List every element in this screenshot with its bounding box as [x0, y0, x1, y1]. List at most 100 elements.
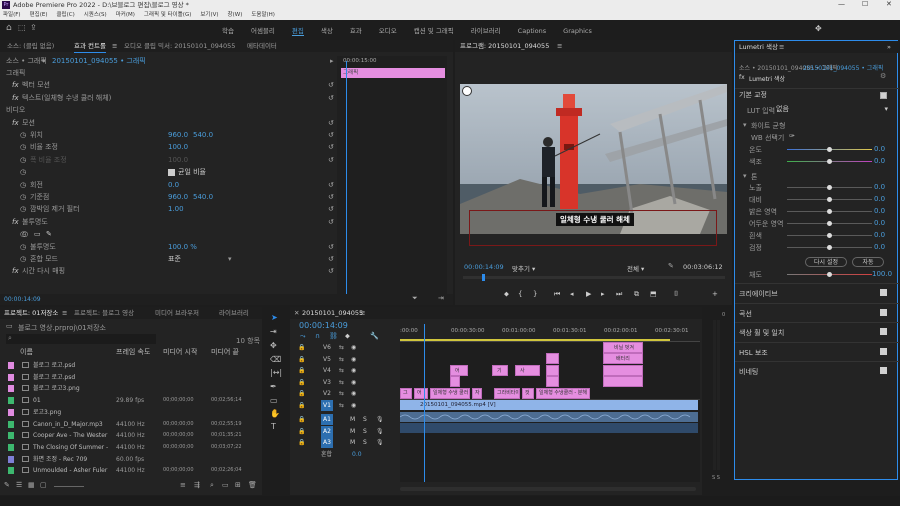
v4-clip[interactable]: 사 — [515, 365, 540, 376]
reset-icon[interactable]: ↺ — [328, 204, 334, 215]
effect-row[interactable]: ◷ ○ ▭ ✎ — [0, 229, 337, 240]
v4-clip[interactable]: 어 — [450, 365, 468, 376]
go-to-in-icon[interactable]: ⏮ — [554, 290, 560, 299]
mark-out-icon[interactable]: } — [533, 290, 537, 298]
v3-clip[interactable] — [450, 376, 460, 387]
video-track-header[interactable]: 🔒 V4 ⇆ ◉ — [290, 365, 400, 376]
tab-project-storage[interactable]: 프로젝트: 01저장소 — [4, 307, 58, 319]
project-item[interactable]: The Closing Of Summer - 44100 Hz 00;00;00;… — [0, 442, 262, 453]
export-icon[interactable]: ⇪ — [30, 23, 37, 32]
tone-value[interactable]: 0.0 — [874, 207, 885, 215]
stopwatch-icon[interactable]: ◷ — [20, 155, 26, 166]
v4-clip[interactable] — [546, 365, 559, 376]
automate-icon[interactable]: ⇶ — [194, 481, 200, 489]
export-frame-icon[interactable]: ⇥ — [438, 294, 444, 302]
sync-icon[interactable]: ⇆ — [339, 377, 344, 388]
stopwatch-icon[interactable]: ◷ — [20, 254, 26, 265]
mic-icon[interactable]: 🎙 — [376, 426, 384, 437]
add-marker-icon[interactable]: ⬥ — [345, 332, 350, 341]
project-item[interactable]: 로고3.png — [0, 407, 262, 418]
v2-clip[interactable]: 컷 — [522, 388, 534, 399]
col-frame-rate[interactable]: 프레임 속도 — [116, 347, 150, 357]
track-select-tool-icon[interactable]: ⇥ — [270, 327, 277, 336]
project-item[interactable]: Cooper Ave - The Wester 44100 Hz 00;00;00;… — [0, 430, 262, 441]
project-item[interactable]: 블로그 로고.psd — [0, 372, 262, 383]
reset-icon[interactable]: ↺ — [328, 80, 334, 91]
track-target[interactable]: V1 — [321, 399, 333, 411]
work-area-bar[interactable] — [400, 339, 670, 341]
scrubber-playhead[interactable] — [482, 274, 485, 281]
project-item[interactable]: Canon_in_D_Major.mp3 44100 Hz 00;00;00;00 0… — [0, 419, 262, 430]
effect-value[interactable]: 1.00 — [168, 204, 184, 215]
tab-source[interactable]: 소스: (클립 없음) — [7, 40, 54, 52]
program-timecode[interactable]: 00:00:14:09 — [464, 263, 504, 271]
go-to-out-icon[interactable]: ⏭ — [616, 290, 622, 299]
slider-knob[interactable] — [827, 185, 832, 190]
expand-icon[interactable]: » — [887, 41, 891, 53]
workspace-tab[interactable]: 효과 — [350, 27, 362, 35]
lock-icon[interactable]: 🔒 — [298, 400, 305, 411]
sync-icon[interactable]: ⇆ — [339, 354, 344, 365]
workspace-tab[interactable]: 어셈블리 — [251, 27, 275, 35]
video-track-header[interactable]: 🔒 V3 ⇆ ◉ — [290, 377, 400, 388]
slip-tool-icon[interactable]: |↔| — [270, 368, 282, 377]
slider-knob[interactable] — [827, 245, 832, 250]
workspaces-menu-icon[interactable]: ✥ — [815, 24, 822, 33]
fit-select[interactable]: 맞추기 ▾ — [512, 263, 535, 273]
section-checkbox[interactable] — [880, 308, 887, 316]
workspace-tab[interactable]: 색상 — [321, 27, 333, 35]
minimize-button[interactable]: — — [838, 0, 845, 8]
track-target[interactable]: V3 — [321, 377, 333, 388]
razor-tool-icon[interactable]: ⌫ — [270, 355, 281, 364]
temp-slider[interactable] — [787, 147, 872, 152]
type-tool-icon[interactable]: T — [271, 422, 276, 431]
col-media-start[interactable]: 미디어 시작 — [163, 347, 197, 357]
new-bin-icon[interactable]: ▭ — [222, 481, 229, 489]
video-track-header[interactable]: 🔒 V2 ⇆ ◉ — [290, 388, 400, 399]
lumetri-clip[interactable]: 20150101_094055 • 그래픽 — [803, 63, 895, 72]
step-back-icon[interactable]: ◂ — [570, 290, 574, 298]
tab-audio-mixer[interactable]: 오디오 클립 믹서: 20150101_094055 — [124, 40, 235, 52]
effect-row[interactable]: fx 텍스트(일체형 수냉 쿨러 해체) ↺ — [0, 93, 337, 104]
menu-item[interactable]: 창(W) — [228, 12, 243, 18]
stopwatch-icon[interactable]: ◷ — [20, 180, 26, 191]
slider-knob[interactable] — [827, 197, 832, 202]
chevron-down-icon[interactable]: ▾ — [743, 172, 747, 180]
reset-icon[interactable]: ↺ — [328, 118, 334, 129]
filter-icon[interactable]: ⏷ — [412, 294, 418, 303]
sync-icon[interactable]: ⇆ — [339, 365, 344, 376]
ellipse-mask-icon[interactable]: ○ — [22, 229, 28, 240]
tone-slider[interactable] — [787, 209, 872, 214]
reset-icon[interactable]: ↺ — [328, 254, 334, 265]
menu-item[interactable]: 마커(M) — [116, 12, 135, 18]
v2-clip[interactable]: 일체형 수냉쿨러 - 분해 — [536, 388, 590, 399]
v3-clip[interactable] — [546, 376, 559, 387]
effect-row[interactable]: ◷ 균일 비율 — [0, 167, 337, 178]
import-icon[interactable]: ⬚ — [18, 23, 26, 32]
tone-value[interactable]: 0.0 — [874, 231, 885, 239]
tab-metadata[interactable]: 메타데이터 — [247, 40, 277, 52]
panel-menu-icon[interactable]: ≡ — [557, 40, 562, 52]
effect-row[interactable]: fx 시간 다시 매핑 ↺ — [0, 266, 337, 277]
effect-row[interactable]: fx 불투명도 ↺ — [0, 217, 337, 228]
sequence-tab[interactable]: 20150101_094055 — [302, 307, 363, 319]
pen-mask-icon[interactable]: ✎ — [46, 229, 52, 240]
effect-value[interactable]: 표준 — [168, 254, 181, 265]
tone-slider[interactable] — [787, 185, 872, 190]
tint-value[interactable]: 0.0 — [874, 157, 885, 165]
write-lock-icon[interactable]: ✎ — [4, 481, 10, 489]
add-button-icon[interactable]: + — [712, 290, 718, 298]
scroll-right-icon[interactable]: ▸ — [330, 56, 334, 66]
audio-track-header[interactable]: 🔒 A2 M S 🎙 — [290, 425, 400, 437]
close-button[interactable]: ✕ — [886, 0, 892, 8]
nest-icon[interactable]: ⤳ — [300, 332, 306, 341]
reset-icon[interactable]: ↺ — [328, 217, 334, 228]
effect-row[interactable]: ◷ 혼합 모드 표준 ▾ ↺ — [0, 254, 337, 265]
effect-value[interactable]: 100.0 % — [168, 242, 197, 253]
a2-clip[interactable] — [400, 423, 698, 433]
panel-menu-icon[interactable]: ≡ — [360, 307, 365, 319]
temp-value[interactable]: 0.0 — [874, 145, 885, 153]
col-media-end[interactable]: 미디어 끝 — [211, 347, 239, 357]
freeform-view-icon[interactable]: ▢ — [40, 481, 47, 489]
lock-icon[interactable]: 🔒 — [298, 437, 305, 448]
